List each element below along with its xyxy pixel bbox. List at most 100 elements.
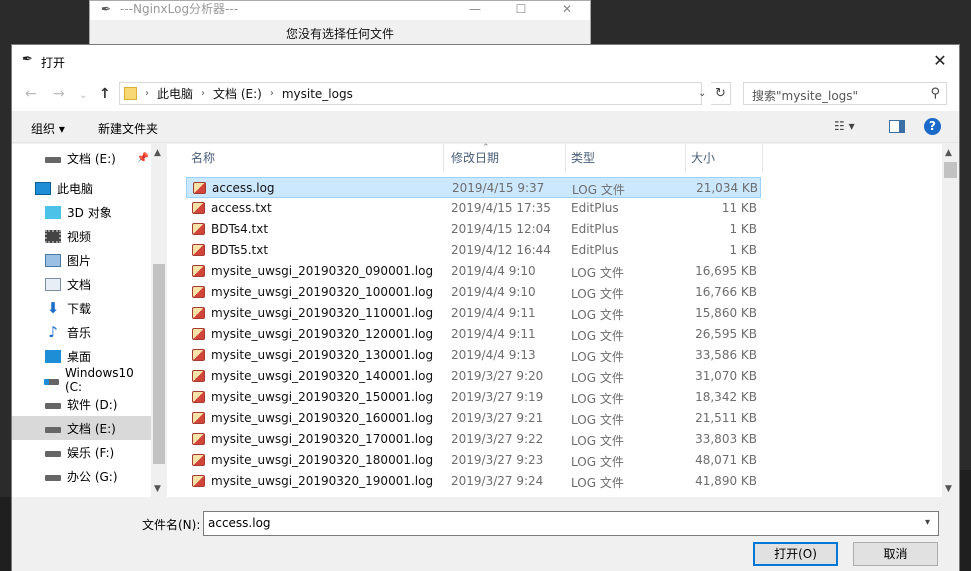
cancel-button[interactable]: 取消: [853, 542, 938, 566]
view-options-button[interactable]: ☷ ▾: [834, 119, 855, 133]
search-input[interactable]: 搜索"mysite_logs" ⚲: [743, 82, 947, 105]
sidebar-item-documents-drive[interactable]: 文档 (E:): [12, 416, 151, 440]
breadcrumb-this-pc[interactable]: 此电脑: [157, 85, 193, 102]
sidebar-item-software-drive[interactable]: 软件 (D:): [12, 392, 151, 416]
sidebar-item-label: 桌面: [67, 349, 92, 364]
sidebar-item-quick-documents-drive[interactable]: 文档 (E:) 📌: [12, 146, 151, 170]
up-button[interactable]: ↑: [99, 87, 111, 101]
sidebar-item-downloads[interactable]: ⬇ 下载: [12, 296, 151, 320]
sidebar-item-3d-objects[interactable]: 3D 对象: [12, 200, 151, 224]
forward-button[interactable]: →: [53, 87, 65, 101]
sidebar-item-this-pc[interactable]: 此电脑: [12, 176, 151, 200]
file-list-scrollbar[interactable]: ▲ ▼: [942, 144, 959, 497]
file-size: 18,342 KB: [695, 390, 757, 404]
scroll-down-icon[interactable]: ▼: [945, 484, 952, 494]
file-row[interactable]: BDTs5.txt 2019/4/12 16:44 EditPlus 1 KB: [186, 240, 761, 261]
open-button[interactable]: 打开(O): [753, 542, 838, 566]
file-row[interactable]: mysite_uwsgi_20190320_170001.log 2019/3/2…: [186, 429, 761, 450]
file-icon: [192, 391, 205, 403]
file-size: 16,766 KB: [695, 285, 757, 299]
sidebar-item-label: 软件 (D:): [67, 397, 118, 412]
file-size: 1 KB: [729, 222, 757, 236]
file-date: 2019/3/27 9:22: [451, 432, 544, 446]
file-date: 2019/4/15 12:04: [451, 222, 551, 236]
file-type: LOG 文件: [571, 287, 624, 301]
file-size: 21,034 KB: [696, 181, 758, 195]
recent-locations-button[interactable]: ⌄: [79, 89, 87, 103]
sidebar-item-documents[interactable]: 文档: [12, 272, 151, 296]
feather-icon: ✒: [22, 52, 33, 67]
music-icon: ♪: [48, 322, 58, 341]
file-row[interactable]: mysite_uwsgi_20190320_140001.log 2019/3/2…: [186, 366, 761, 387]
column-header-name[interactable]: 名称: [186, 144, 444, 172]
sidebar-item-pictures[interactable]: 图片: [12, 248, 151, 272]
organize-menu-button[interactable]: 组织 ▾: [31, 120, 65, 137]
file-row[interactable]: BDTs4.txt 2019/4/15 12:04 EditPlus 1 KB: [186, 219, 761, 240]
file-row[interactable]: access.txt 2019/4/15 17:35 EditPlus 11 KB: [186, 198, 761, 219]
command-toolbar: 组织 ▾ 新建文件夹 ☷ ▾ ?: [12, 111, 959, 143]
file-row[interactable]: mysite_uwsgi_20190320_150001.log 2019/3/2…: [186, 387, 761, 408]
file-row[interactable]: access.log 2019/4/15 9:37 LOG 文件 21,034 KB: [186, 177, 761, 198]
column-header-size[interactable]: 大小: [686, 144, 763, 172]
minimize-button[interactable]: —: [452, 1, 498, 17]
file-row[interactable]: mysite_uwsgi_20190320_130001.log 2019/4/4…: [186, 345, 761, 366]
breadcrumb-documents-drive[interactable]: 文档 (E:): [213, 85, 262, 102]
os-drive-icon: [43, 379, 59, 385]
refresh-button[interactable]: ↻: [711, 82, 731, 105]
scroll-up-icon[interactable]: ▲: [154, 148, 161, 158]
preview-pane-icon[interactable]: [889, 120, 905, 133]
breadcrumb-separator[interactable]: ›: [270, 88, 274, 99]
sidebar-item-entertainment-drive[interactable]: 娱乐 (F:): [12, 440, 151, 464]
dialog-content: 文档 (E:) 📌 此电脑 3D 对象 视频 图片 文档 ⬇ 下载 ♪ 音乐 桌…: [12, 143, 959, 497]
scrollbar-thumb[interactable]: [153, 264, 165, 464]
sidebar-item-windows10-drive[interactable]: Windows10 (C:: [12, 366, 151, 394]
scroll-up-icon[interactable]: ▲: [945, 148, 952, 158]
file-icon: [192, 454, 205, 466]
navigation-scrollbar[interactable]: ▲ ▼: [151, 144, 167, 497]
help-icon[interactable]: ?: [924, 118, 941, 135]
dialog-close-button[interactable]: ✕: [929, 50, 951, 72]
file-size: 26,595 KB: [695, 327, 757, 341]
file-row[interactable]: mysite_uwsgi_20190320_180001.log 2019/3/2…: [186, 450, 761, 471]
sidebar-item-desktop[interactable]: 桌面: [12, 344, 151, 368]
column-header-date[interactable]: 修改日期: [446, 144, 566, 172]
filename-dropdown-icon[interactable]: ▾: [925, 517, 930, 528]
breadcrumb-separator[interactable]: ›: [201, 88, 205, 99]
file-row[interactable]: mysite_uwsgi_20190320_110001.log 2019/4/4…: [186, 303, 761, 324]
close-button[interactable]: ✕: [544, 1, 590, 17]
sidebar-item-office-drive[interactable]: 办公 (G:): [12, 464, 151, 488]
sidebar-item-music[interactable]: ♪ 音乐: [12, 320, 151, 344]
sidebar-item-label: 此电脑: [57, 181, 94, 196]
file-size: 41,890 KB: [695, 474, 757, 488]
maximize-button[interactable]: ☐: [498, 1, 544, 17]
file-type: LOG 文件: [571, 413, 624, 427]
scrollbar-thumb[interactable]: [944, 162, 957, 178]
video-icon: [45, 229, 61, 243]
file-name: mysite_uwsgi_20190320_100001.log: [211, 285, 434, 299]
back-button[interactable]: ←: [25, 87, 37, 101]
file-row[interactable]: mysite_uwsgi_20190320_120001.log 2019/4/4…: [186, 324, 761, 345]
file-icon: [192, 286, 205, 298]
sidebar-item-label: 文档 (E:): [67, 421, 116, 436]
address-dropdown-icon[interactable]: ⌄: [698, 88, 706, 99]
file-icon: [192, 265, 205, 277]
search-icon[interactable]: ⚲: [930, 86, 940, 101]
file-name: mysite_uwsgi_20190320_090001.log: [211, 264, 434, 278]
scroll-down-icon[interactable]: ▼: [154, 484, 161, 494]
new-folder-button[interactable]: 新建文件夹: [98, 120, 158, 137]
filename-input[interactable]: access.log: [203, 511, 939, 536]
download-icon: ⬇: [46, 298, 60, 317]
computer-icon: [35, 181, 51, 195]
sidebar-item-videos[interactable]: 视频: [12, 224, 151, 248]
file-type: LOG 文件: [571, 350, 624, 364]
file-date: 2019/4/4 9:11: [451, 327, 536, 341]
file-row[interactable]: mysite_uwsgi_20190320_190001.log 2019/3/2…: [186, 471, 761, 492]
drive-icon: [45, 451, 61, 457]
breadcrumb-mysite-logs[interactable]: mysite_logs: [282, 87, 353, 101]
file-row[interactable]: mysite_uwsgi_20190320_100001.log 2019/4/4…: [186, 282, 761, 303]
file-row[interactable]: mysite_uwsgi_20190320_090001.log 2019/4/4…: [186, 261, 761, 282]
address-bar[interactable]: › 此电脑 › 文档 (E:) › mysite_logs: [119, 82, 702, 105]
column-header-type[interactable]: 类型: [566, 144, 686, 172]
file-icon: [193, 182, 206, 194]
file-row[interactable]: mysite_uwsgi_20190320_160001.log 2019/3/2…: [186, 408, 761, 429]
